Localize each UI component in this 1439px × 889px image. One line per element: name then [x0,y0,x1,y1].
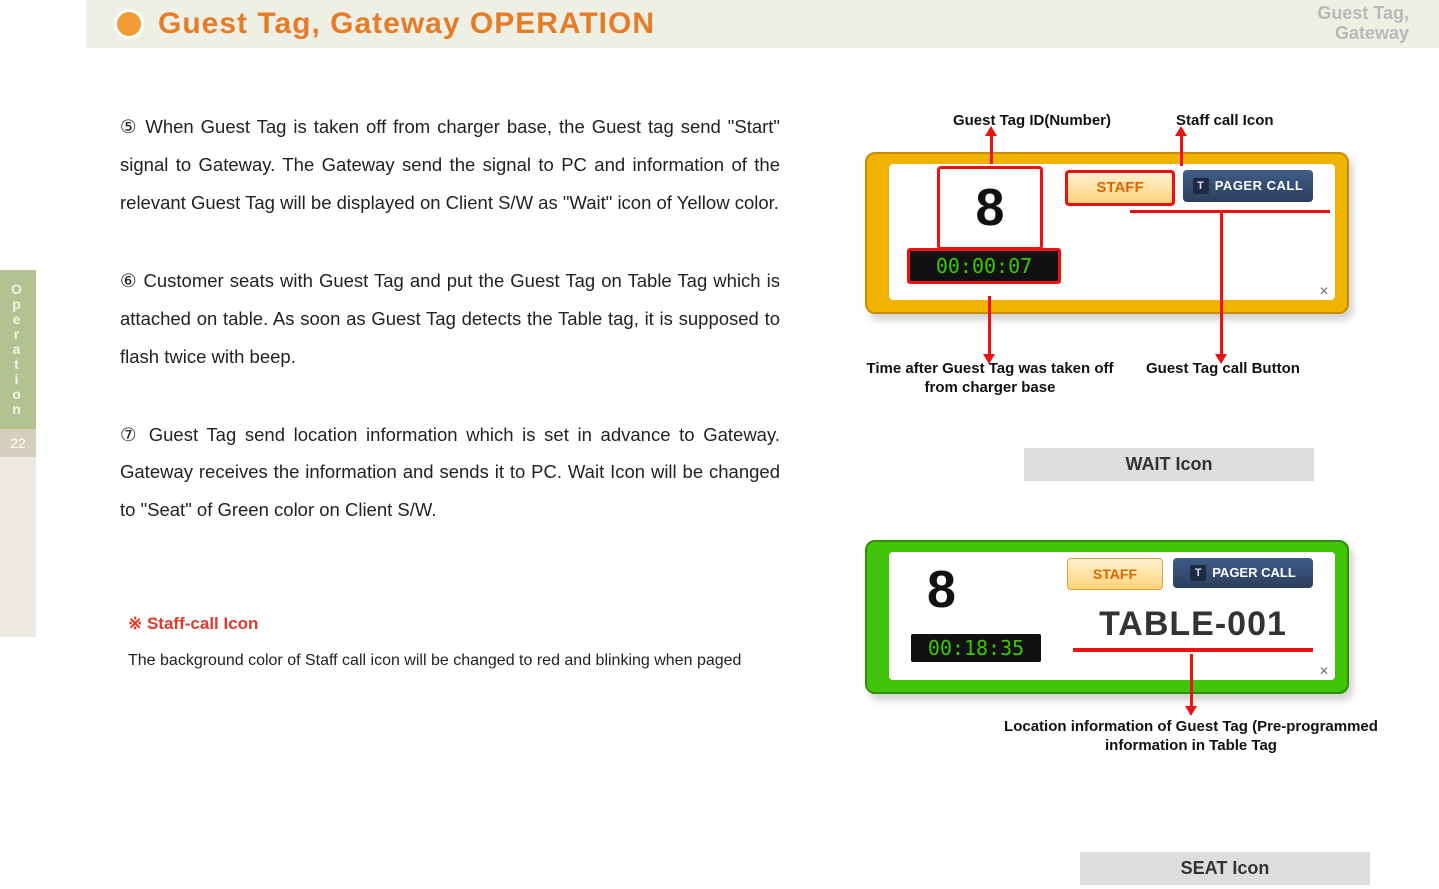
callout-location-info: Location information of Guest Tag (Pre-p… [976,718,1406,756]
seat-table-name: TABLE-001 [1073,600,1313,652]
arrow-up-icon [990,134,993,164]
seat-pager-call-button[interactable]: PAGER CALL [1173,558,1313,588]
side-page-number: 22 [0,429,36,457]
pager-call-button[interactable]: PAGER CALL [1183,170,1313,202]
paragraph-5: ⑤ When Guest Tag is taken off from charg… [120,108,780,222]
paragraph-6: ⑥ Customer seats with Guest Tag and put … [120,262,780,376]
note-text: The background color of Staff call icon … [128,648,778,674]
wait-icon-label: WAIT Icon [1024,448,1314,481]
page-title: Guest Tag, Gateway OPERATION [158,7,655,41]
arrow-up-icon [1180,134,1183,166]
note-title: ※ Staff-call Icon [128,614,778,634]
header-right-label: Guest Tag, Gateway [1317,4,1409,44]
callout-guest-tag-id: Guest Tag ID(Number) [942,112,1122,131]
seat-timer: 00:18:35 [911,634,1041,662]
side-tab-operation: Operation [0,270,36,429]
arrow-down-icon [988,296,991,356]
seat-guest-tag-number: 8 [927,560,956,620]
seat-icon-label: SEAT Icon [1080,852,1370,885]
callout-guest-tag-call-button: Guest Tag call Button [1146,360,1300,379]
bullet-icon [114,9,144,39]
seat-staff-button[interactable]: STAFF [1067,558,1163,590]
side-bar: Operation 22 [0,270,36,670]
body-text: ⑤ When Guest Tag is taken off from charg… [120,108,780,569]
paragraph-7: ⑦ Guest Tag send location information wh… [120,416,780,530]
wait-timer: 00:00:07 [907,248,1061,284]
header-right-line2: Gateway [1317,24,1409,44]
seat-frame: 8 00:18:35 STAFF PAGER CALL TABLE-001 ✕ [865,540,1349,694]
header-band: Guest Tag, Gateway OPERATION Guest Tag, … [86,0,1439,48]
guest-tag-number: 8 [937,166,1043,250]
staff-button[interactable]: STAFF [1065,170,1175,206]
arrow-down-icon [1190,654,1193,708]
callout-time-after: Time after Guest Tag was taken off from … [850,360,1130,398]
seat-card: 8 00:18:35 STAFF PAGER CALL TABLE-001 ✕ [865,540,1349,708]
close-icon[interactable]: ✕ [1319,284,1329,298]
wait-frame: 8 00:00:07 STAFF PAGER CALL ✕ [865,152,1349,314]
callout-staff-call-icon: Staff call Icon [1176,112,1274,131]
wait-card: 8 00:00:07 STAFF PAGER CALL ✕ [865,152,1349,320]
close-icon[interactable]: ✕ [1319,664,1329,678]
arrow-line-icon [1130,210,1330,213]
note-block: ※ Staff-call Icon The background color o… [128,614,778,674]
arrow-down-icon [1220,210,1223,356]
side-tail [0,457,36,637]
header-right-line1: Guest Tag, [1317,4,1409,24]
